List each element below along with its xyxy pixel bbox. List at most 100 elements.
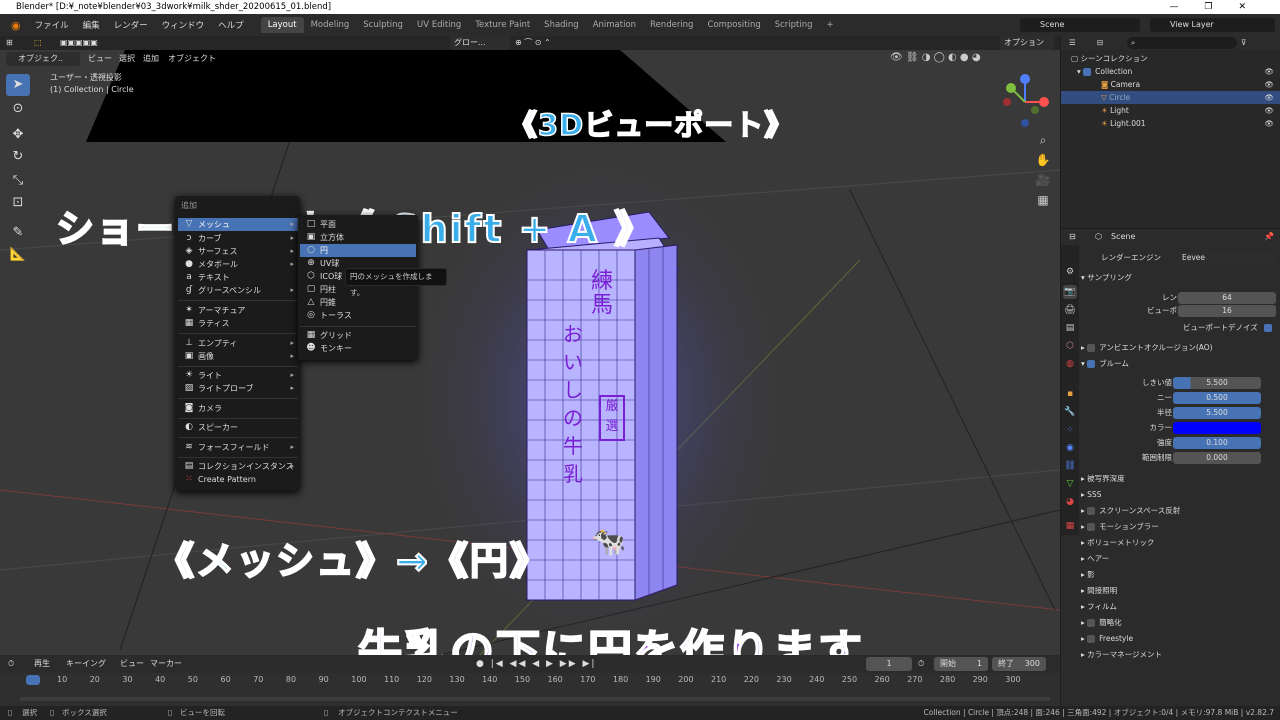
zoom-icon[interactable]: ⌕ <box>1033 130 1053 150</box>
panel-freestyle[interactable]: ▸ Freestyle <box>1081 632 1278 646</box>
menu-object[interactable]: オブジェクト <box>168 52 216 66</box>
ortho-grid-icon[interactable]: ▦ <box>1033 190 1053 210</box>
pan-hand-icon[interactable]: ✋ <box>1033 150 1053 170</box>
panel-film[interactable]: ▸ フィルム <box>1081 600 1278 614</box>
menu-keying[interactable]: キーイング <box>66 657 106 671</box>
panel-color-management[interactable]: ▸ カラーマネージメント <box>1081 648 1278 662</box>
bloom-checkbox[interactable] <box>1087 360 1096 368</box>
bloom-radius-field[interactable]: 5.500 <box>1173 407 1261 419</box>
object-tab-icon[interactable]: ▪ <box>1063 387 1077 401</box>
menu-help[interactable]: ヘルプ <box>211 19 251 31</box>
add-workspace-button[interactable]: + <box>820 17 841 33</box>
add-menu-light-probe[interactable]: ▨ ライトプローブ ▸ <box>178 382 298 395</box>
bloom-panel-header[interactable]: ▾ ブルーム <box>1081 357 1278 371</box>
timeline-scrollbar[interactable] <box>20 697 1050 701</box>
panel-volumetrics[interactable]: ▸ ボリューメトリック <box>1081 536 1278 550</box>
add-menu-speaker[interactable]: ◐ スピーカー <box>178 421 298 434</box>
world-tab-icon[interactable]: ◍ <box>1063 357 1077 371</box>
measure-tool-icon[interactable]: 📐 <box>6 244 30 266</box>
menu-playback[interactable]: 再生 <box>34 657 50 671</box>
cursor-tool-icon[interactable]: ⊙ <box>6 98 30 120</box>
editor-type-icon[interactable]: ⊞ <box>6 36 13 50</box>
add-menu-camera[interactable]: ◙ カメラ <box>178 402 298 415</box>
frame-start-field[interactable]: 開始 1 <box>934 657 988 671</box>
add-menu-metaball[interactable]: ● メタボール ▸ <box>178 258 298 271</box>
add-menu-light[interactable]: ☀ ライト ▸ <box>178 369 298 382</box>
visibility-eye-icon[interactable]: 👁 <box>1264 104 1274 117</box>
add-menu-lattice[interactable]: ▦ ラティス <box>178 317 298 330</box>
visibility-eye-icon[interactable]: 👁 <box>1264 65 1274 78</box>
select-box-icons[interactable]: ▣▣▣▣▣ <box>60 36 98 50</box>
render-tab-icon[interactable]: 📷 <box>1063 285 1077 299</box>
add-menu-surface[interactable]: ◈ サーフェス ▸ <box>178 245 298 258</box>
outliner-display-icon[interactable]: ⊟ <box>1097 36 1103 49</box>
menu-add[interactable]: 追加 <box>143 52 159 66</box>
bloom-intensity-field[interactable]: 0.100 <box>1173 437 1261 449</box>
tab-shading[interactable]: Shading <box>537 17 586 33</box>
tab-scripting[interactable]: Scripting <box>768 17 820 33</box>
outliner-light-001[interactable]: ☀ Light.001 👁 <box>1061 117 1280 130</box>
visibility-eye-icon[interactable]: 👁 <box>1264 117 1274 130</box>
panel-sss[interactable]: ▸ SSS <box>1081 488 1278 502</box>
menu-window[interactable]: ウィンドウ <box>155 19 212 31</box>
current-frame-field[interactable]: 1 <box>866 657 912 671</box>
mesh-torus[interactable]: ◎ トーラス <box>300 309 416 322</box>
tab-rendering[interactable]: Rendering <box>643 17 700 33</box>
menu-view[interactable]: ビュー <box>88 52 112 66</box>
add-menu-curve[interactable]: ↄ カーブ ▸ <box>178 232 298 245</box>
outliner-light[interactable]: ☀ Light 👁 <box>1061 104 1280 117</box>
filter-icon[interactable]: ⊽ <box>1241 36 1247 49</box>
tool-tab-icon[interactable]: ⚙ <box>1063 265 1077 279</box>
tab-uv-editing[interactable]: UV Editing <box>410 17 468 33</box>
options-dropdown[interactable]: オプション <box>1000 36 1054 50</box>
tab-animation[interactable]: Animation <box>586 17 643 33</box>
menu-marker[interactable]: マーカー <box>150 657 182 671</box>
render-engine-dropdown[interactable]: Eevee <box>1178 252 1276 264</box>
outliner-search-input[interactable]: ⌕ <box>1127 37 1237 49</box>
add-menu-collection-instance[interactable]: ▤ コレクションインスタンス ▸ <box>178 460 298 473</box>
minimize-button[interactable]: — <box>1169 2 1204 12</box>
simplify-checkbox[interactable] <box>1087 619 1096 627</box>
render-samples-field[interactable]: 64 <box>1178 292 1276 304</box>
scale-tool-icon[interactable]: ⤡ <box>6 170 30 192</box>
transform-orientation[interactable]: グロー... <box>450 36 510 50</box>
denoise-checkbox[interactable] <box>1264 324 1272 332</box>
view-layer-tab-icon[interactable]: ▤ <box>1063 321 1077 335</box>
pin-icon[interactable]: 📌 <box>1264 229 1274 245</box>
scene-selector[interactable]: Scene <box>1020 18 1140 32</box>
snap-icons[interactable]: ⊕ ⌒ ⊙ ⌃ <box>515 36 551 50</box>
ssr-checkbox[interactable] <box>1087 507 1096 515</box>
bloom-clamp-field[interactable]: 0.000 <box>1173 452 1261 464</box>
mesh-plane[interactable]: □ 平面 <box>300 218 416 231</box>
add-menu-create-pattern[interactable]: ⁙ Create Pattern <box>178 473 298 486</box>
3d-viewport[interactable]: 練馬 おいしの牛乳 厳選 🐄 《3Dビューポート》 ショートカット《 Shift… <box>0 50 1060 655</box>
physics-tab-icon[interactable]: ◉ <box>1063 441 1077 455</box>
motion-blur-checkbox[interactable] <box>1087 523 1096 531</box>
timeline-editor-icon[interactable]: ⏱ <box>8 657 14 671</box>
rotate-tool-icon[interactable]: ↻ <box>6 146 30 168</box>
panel-indirect-lighting[interactable]: ▸ 間接照明 <box>1081 584 1278 598</box>
frame-end-field[interactable]: 終了 300 <box>992 657 1046 671</box>
collection-checkbox[interactable] <box>1083 68 1092 76</box>
blender-logo-icon[interactable]: ◉ <box>4 19 28 32</box>
view-layer-selector[interactable]: View Layer <box>1150 18 1275 32</box>
viewport-samples-field[interactable]: 16 <box>1178 305 1276 317</box>
tab-texture-paint[interactable]: Texture Paint <box>468 17 537 33</box>
menu-edit[interactable]: 編集 <box>76 19 107 31</box>
visibility-eye-icon[interactable]: 👁 <box>1264 91 1274 104</box>
panel-simplify[interactable]: ▸ 簡略化 <box>1081 616 1278 630</box>
scene-tab-icon[interactable]: ⬡ <box>1063 339 1077 353</box>
output-tab-icon[interactable]: 🖨 <box>1063 303 1077 317</box>
panel-depth-of-field[interactable]: ▸ 被写界深度 <box>1081 472 1278 486</box>
freestyle-checkbox[interactable] <box>1087 635 1096 643</box>
outliner-collection[interactable]: ▾ Collection 👁 <box>1061 65 1280 78</box>
menu-select[interactable]: 選択 <box>119 52 135 66</box>
material-tab-icon[interactable]: ◕ <box>1063 495 1077 509</box>
ao-checkbox[interactable] <box>1087 344 1096 352</box>
stopwatch-icon[interactable]: ⏱ <box>918 657 924 671</box>
panel-hair[interactable]: ▸ ヘアー <box>1081 552 1278 566</box>
add-menu-text[interactable]: a テキスト <box>178 271 298 284</box>
mode-dropdown[interactable]: オブジェク.. <box>6 52 80 66</box>
timeline[interactable]: 1102030405060708090100110120130140150160… <box>0 673 1060 706</box>
mesh-grid[interactable]: ▦ グリッド <box>300 329 416 342</box>
